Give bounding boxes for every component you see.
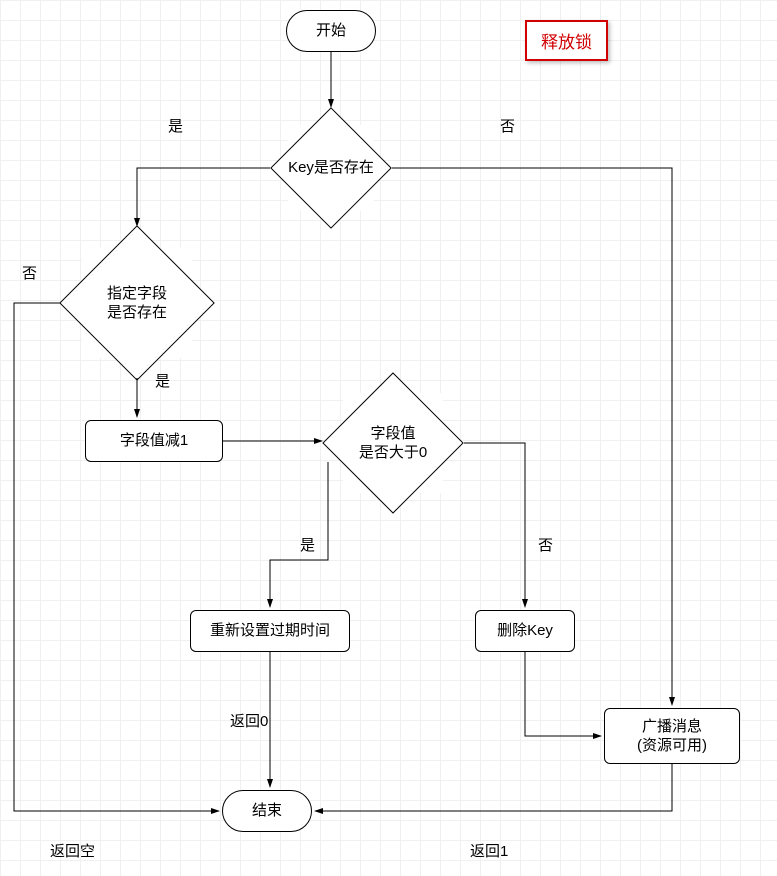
edge-label-return-empty: 返回空 xyxy=(50,840,95,861)
node-end: 结束 xyxy=(222,790,312,832)
edge-label-field-no: 否 xyxy=(22,262,37,283)
edge-label-return0: 返回0 xyxy=(230,710,268,731)
edge-label-key-yes: 是 xyxy=(168,115,183,136)
edge-label-return1: 返回1 xyxy=(470,840,508,861)
node-field-exists-label: 指定字段 是否存在 xyxy=(82,248,192,358)
node-field-exists: 指定字段 是否存在 xyxy=(82,248,192,358)
node-key-exists-label: Key是否存在 xyxy=(288,125,374,211)
node-reset-expire: 重新设置过期时间 xyxy=(190,610,350,652)
diagram-title: 释放锁 xyxy=(525,20,608,61)
edge-label-value-no: 否 xyxy=(538,534,553,555)
edge-label-value-yes: 是 xyxy=(300,534,315,555)
flowchart-canvas: 释放锁 开始 Key是否存在 指定字段 是否存在 字段值减1 字段值 是否大于0… xyxy=(0,0,777,876)
node-decrement: 字段值减1 xyxy=(85,420,223,462)
node-start: 开始 xyxy=(286,10,376,52)
node-delete-key: 删除Key xyxy=(475,610,575,652)
edge-label-field-yes: 是 xyxy=(155,370,170,391)
edge-label-key-no: 否 xyxy=(500,115,515,136)
node-value-gt-zero: 字段值 是否大于0 xyxy=(343,393,443,493)
node-value-gt-zero-label: 字段值 是否大于0 xyxy=(343,393,443,493)
node-broadcast: 广播消息 (资源可用) xyxy=(604,708,740,764)
node-key-exists: Key是否存在 xyxy=(288,125,374,211)
